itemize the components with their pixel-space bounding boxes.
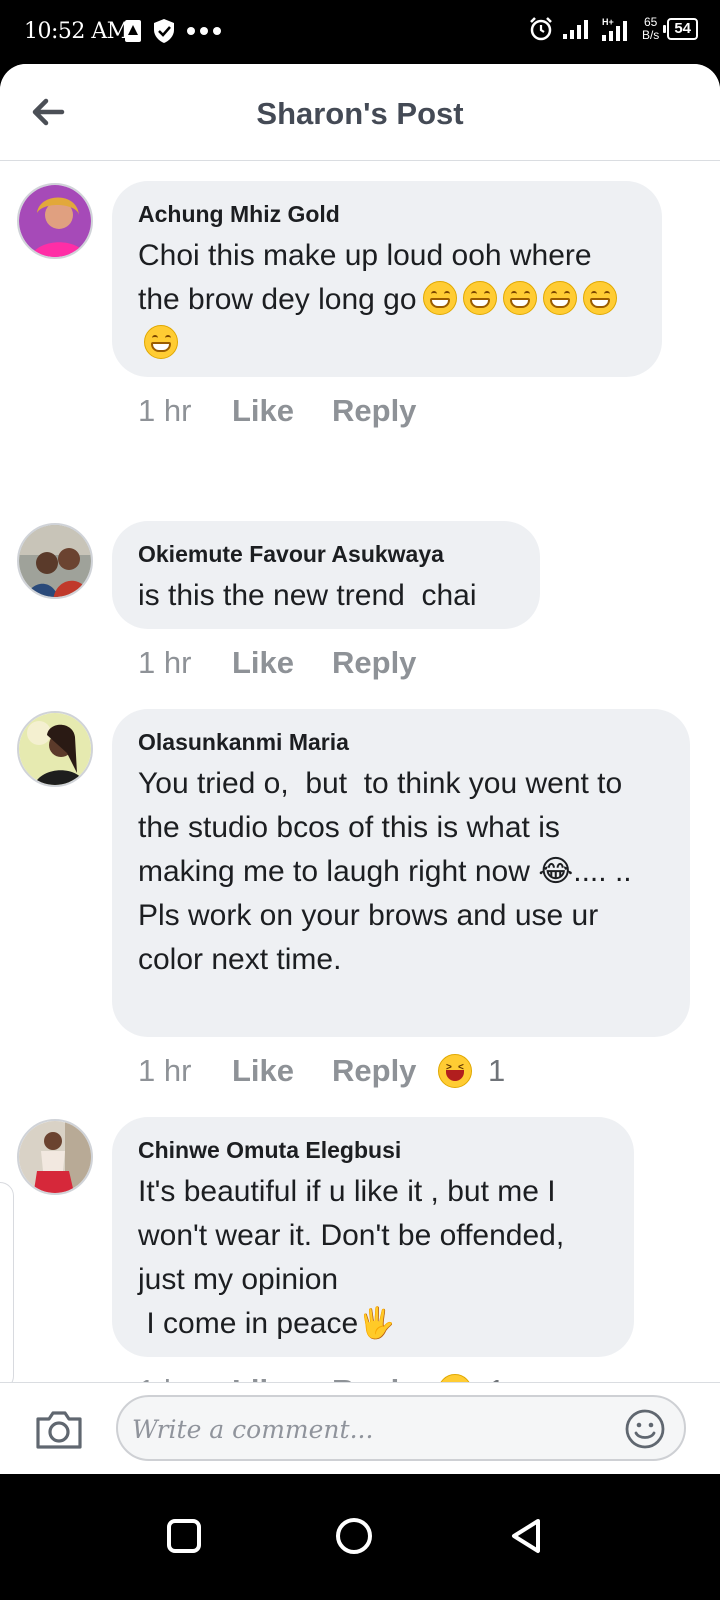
like-button[interactable]: Like [232, 393, 332, 429]
circle-nav-icon[interactable] [334, 1516, 374, 1556]
comment-time: 1 hr [138, 1053, 192, 1088]
network-speed: 65 B/s [641, 15, 660, 42]
side-panel-handle[interactable] [0, 1182, 14, 1390]
status-time: 10:52 AM [24, 19, 129, 44]
reaction-summary[interactable]: >< 1 [438, 1053, 505, 1089]
comment-bubble[interactable]: Chinwe Omuta Elegbusi It's beautiful if … [112, 1117, 634, 1357]
comment-text: You tried o, but to think you went to th… [138, 767, 632, 976]
comment-placeholder: Write a comment... [132, 1415, 374, 1444]
comment-text: is this the new trend chai [138, 579, 477, 612]
post-screen: Sharon's Post Achung Mhiz Gold Choi this… [0, 64, 720, 1502]
comment-actions: 1 hr Like Reply [138, 393, 438, 429]
like-button[interactable]: Like [232, 645, 332, 681]
avatar[interactable] [17, 1119, 93, 1195]
comment-bubble[interactable]: Achung Mhiz Gold Choi this make up loud … [112, 181, 662, 377]
more-dots-icon [187, 27, 221, 35]
camera-icon[interactable] [34, 1407, 84, 1451]
status-notification-icons [124, 18, 222, 44]
reply-button[interactable]: Reply [332, 1053, 438, 1089]
comment-time: 1 hr [138, 645, 192, 680]
reply-button[interactable]: Reply [332, 393, 438, 429]
comment-bubble[interactable]: Olasunkanmi Maria You tried o, but to th… [112, 709, 690, 1037]
reaction-count: 1 [488, 1053, 506, 1088]
comment-text: Choi this make up loud ooh where the bro… [138, 234, 636, 366]
square-nav-icon[interactable] [164, 1516, 204, 1556]
comment-author[interactable]: Achung Mhiz Gold [138, 201, 636, 228]
comment-actions: 1 hr Like Reply >< 1 [138, 1053, 505, 1089]
comment-text: It's beautiful if u like it , but me I w… [138, 1175, 565, 1340]
comment-input[interactable]: Write a comment... [116, 1395, 686, 1461]
comment-time: 1 hr [138, 393, 192, 428]
header: Sharon's Post [0, 64, 720, 161]
signal-h-plus-icon: H+ [601, 17, 627, 41]
svg-text:H+: H+ [602, 17, 614, 27]
triangle-back-nav-icon[interactable] [506, 1516, 546, 1556]
comment-composer: Write a comment... [0, 1382, 720, 1475]
reply-button[interactable]: Reply [332, 645, 438, 681]
avatar[interactable] [17, 711, 93, 787]
haha-reaction-icon: >< [438, 1054, 472, 1088]
status-bar: 10:52 AM H+ 65 B/s 54 [0, 0, 720, 64]
smiley-icon[interactable] [624, 1408, 666, 1450]
comment-actions: 1 hr Like Reply [138, 645, 438, 681]
comment-author[interactable]: Chinwe Omuta Elegbusi [138, 1137, 608, 1164]
comment-bubble[interactable]: Okiemute Favour Asukwaya is this the new… [112, 521, 540, 629]
avatar[interactable] [17, 523, 93, 599]
page-title: Sharon's Post [256, 96, 464, 131]
signal-icon [562, 20, 588, 39]
shield-icon [154, 19, 174, 43]
comment-author[interactable]: Okiemute Favour Asukwaya [138, 541, 514, 568]
comments-list[interactable]: Achung Mhiz Gold Choi this make up loud … [0, 161, 720, 1473]
avatar[interactable] [17, 183, 93, 259]
like-button[interactable]: Like [232, 1053, 332, 1089]
system-nav-bar [0, 1474, 720, 1600]
alarm-icon [530, 17, 552, 41]
battery-icon: 54 [663, 18, 698, 40]
drive-icon [125, 20, 141, 42]
comment-author[interactable]: Olasunkanmi Maria [138, 729, 664, 756]
status-right: H+ 65 B/s 54 [528, 16, 698, 42]
